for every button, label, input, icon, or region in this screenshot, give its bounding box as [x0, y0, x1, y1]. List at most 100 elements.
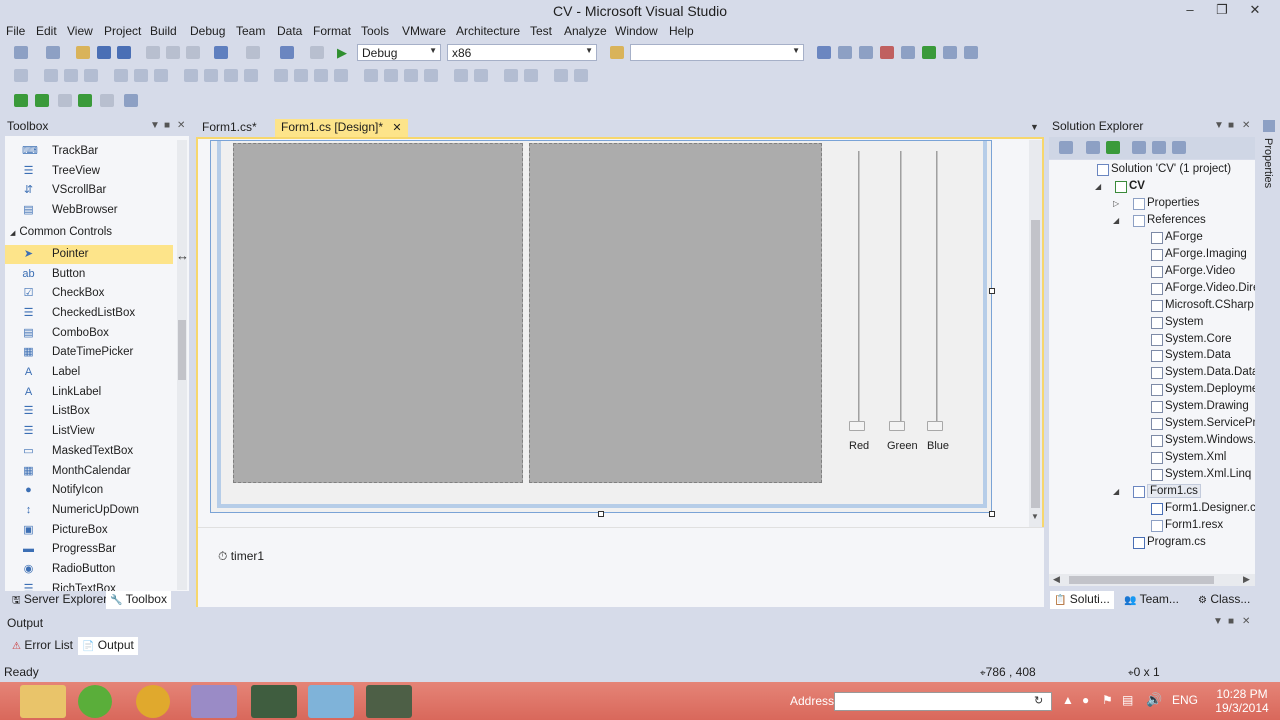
- file-explorer-icon[interactable]: [20, 685, 66, 718]
- dropdown-icon[interactable]: ▼: [1214, 120, 1224, 131]
- tree-item[interactable]: System.Windows.Forms: [1049, 433, 1255, 450]
- toolbox-item-numericupdown[interactable]: ↕ NumericUpDown: [5, 501, 173, 520]
- flag-icon[interactable]: ⚑: [1102, 693, 1113, 707]
- media-icon[interactable]: [366, 685, 412, 718]
- form-designer[interactable]: Red Green Blue: [210, 140, 992, 513]
- toolbox-tab[interactable]: 🔧 Toolbox: [106, 591, 171, 609]
- scrollbar-thumb[interactable]: [1069, 576, 1214, 584]
- vertical-spacing-decrease-icon[interactable]: [404, 69, 418, 82]
- toolbox-item-monthcalendar[interactable]: ▦ MonthCalendar: [5, 462, 173, 481]
- toolbox-item-checkedlistbox[interactable]: ☰ CheckedListBox: [5, 304, 173, 323]
- menu-item-file[interactable]: File: [6, 24, 25, 38]
- address-input[interactable]: [834, 692, 1052, 711]
- vertical-spacing-increase-icon[interactable]: [384, 69, 398, 82]
- dropdown-icon[interactable]: ▼: [150, 120, 160, 131]
- tree-item[interactable]: AForge: [1049, 230, 1255, 247]
- tree-item[interactable]: ◢ Form1.cs: [1049, 484, 1255, 501]
- volume-icon[interactable]: 🔊: [1146, 692, 1162, 708]
- tree-item[interactable]: Form1.resx: [1049, 518, 1255, 535]
- resize-handle-right[interactable]: [989, 288, 995, 294]
- server-explorer-tab[interactable]: 🖫 Server Explorer: [8, 591, 111, 609]
- picturebox-2[interactable]: [529, 143, 822, 483]
- error-list-tab[interactable]: ⚠ Error List: [8, 637, 77, 655]
- visual-studio-icon[interactable]: [191, 685, 237, 718]
- paste-icon[interactable]: [186, 46, 200, 59]
- toolbox-item-maskedtextbox[interactable]: ▭ MaskedTextBox: [5, 442, 173, 461]
- toolbox-item-listbox[interactable]: ☰ ListBox: [5, 402, 173, 421]
- tree-item[interactable]: ◢ CV: [1049, 179, 1255, 196]
- align-middles-icon[interactable]: [134, 69, 148, 82]
- tree-item[interactable]: System.Core: [1049, 332, 1255, 349]
- toolbox-item-picturebox[interactable]: ▣ PictureBox: [5, 521, 173, 540]
- class-diagram-icon[interactable]: [1172, 141, 1186, 154]
- new-project-icon[interactable]: [14, 46, 28, 59]
- menu-item-data[interactable]: Data: [277, 24, 302, 38]
- tree-item[interactable]: Microsoft.CSharp: [1049, 298, 1255, 315]
- toolbox-item-combobox[interactable]: ▤ ComboBox: [5, 324, 173, 343]
- toolbox-item-button[interactable]: ab Button: [5, 265, 173, 284]
- tray-overflow-icon[interactable]: ▲: [1062, 693, 1074, 707]
- object-browser-icon[interactable]: [859, 46, 873, 59]
- toolbox-item-pointer[interactable]: ➤ Pointer: [5, 244, 173, 264]
- properties-side-tab[interactable]: Properties: [1258, 120, 1280, 192]
- cut-icon[interactable]: [146, 46, 160, 59]
- toolbox-item-label[interactable]: A Label: [5, 363, 173, 382]
- scroll-down-icon[interactable]: ▼: [1031, 512, 1039, 521]
- toolbox-item-datetimepicker[interactable]: ▦ DateTimePicker: [5, 343, 173, 362]
- pause-icon[interactable]: [100, 94, 114, 107]
- show-all-files-icon[interactable]: [1086, 141, 1100, 154]
- save-all-icon[interactable]: [117, 46, 131, 59]
- tools-icon[interactable]: [124, 94, 138, 107]
- app-icon[interactable]: [78, 685, 112, 718]
- send-to-back-icon[interactable]: [524, 69, 538, 82]
- solution-explorer-tab[interactable]: 📋 Soluti...: [1050, 591, 1114, 609]
- designer-scrollbar[interactable]: ▼: [1029, 140, 1042, 527]
- refresh-icon[interactable]: [1106, 141, 1120, 154]
- scrollbar-thumb[interactable]: [1031, 220, 1040, 508]
- pin-icon[interactable]: ■: [1228, 120, 1234, 131]
- menu-item-project[interactable]: Project: [104, 24, 141, 38]
- tree-item[interactable]: System.Drawing: [1049, 399, 1255, 416]
- solution-explorer-icon[interactable]: [817, 46, 831, 59]
- menu-item-tools[interactable]: Tools: [361, 24, 389, 38]
- terminal-icon[interactable]: [251, 685, 297, 718]
- bring-to-front-icon[interactable]: [504, 69, 518, 82]
- extension-manager-icon[interactable]: [943, 46, 957, 59]
- picturebox-1[interactable]: [233, 143, 523, 483]
- pin-icon[interactable]: ■: [1228, 616, 1234, 627]
- horizontal-spacing-remove-icon[interactable]: [334, 69, 348, 82]
- toolbox-item-webbrowser[interactable]: ▤ WebBrowser: [5, 201, 173, 220]
- tab-form1-code[interactable]: Form1.cs*: [196, 119, 263, 137]
- tree-item[interactable]: System.Xml.Linq: [1049, 467, 1255, 484]
- output-tab[interactable]: 📄 Output: [78, 637, 138, 655]
- toolbox-window-icon[interactable]: [880, 46, 894, 59]
- menu-item-team[interactable]: Team: [236, 24, 265, 38]
- form1-window[interactable]: Red Green Blue: [217, 141, 987, 508]
- solution-hscrollbar[interactable]: ◀ ▶: [1049, 574, 1255, 586]
- run-tests-icon[interactable]: [35, 94, 49, 107]
- align-tops-icon[interactable]: [114, 69, 128, 82]
- center-horizontally-icon[interactable]: [454, 69, 468, 82]
- tree-item[interactable]: AForge.Imaging: [1049, 247, 1255, 264]
- tree-item[interactable]: Solution 'CV' (1 project): [1049, 162, 1255, 179]
- close-icon[interactable]: ✕: [1242, 616, 1250, 627]
- tree-item[interactable]: System.Data: [1049, 348, 1255, 365]
- step-icon[interactable]: [78, 94, 92, 107]
- size-to-grid-icon[interactable]: [244, 69, 258, 82]
- tree-item[interactable]: ◢ References: [1049, 213, 1255, 230]
- chrome-icon[interactable]: [136, 685, 170, 718]
- find-in-files-icon[interactable]: [610, 46, 624, 59]
- horizontal-spacing-increase-icon[interactable]: [294, 69, 308, 82]
- close-icon[interactable]: ✕: [1242, 120, 1250, 131]
- menu-item-debug[interactable]: Debug: [190, 24, 225, 38]
- toolbox-scrollbar[interactable]: [177, 140, 187, 590]
- find-combo[interactable]: ▼: [630, 44, 804, 61]
- resize-handle-corner[interactable]: [989, 511, 995, 517]
- tree-item[interactable]: System: [1049, 315, 1255, 332]
- toolbox-item-vscrollbar[interactable]: ⇵ VScrollBar: [5, 181, 173, 200]
- toolbox-item-radiobutton[interactable]: ◉ RadioButton: [5, 560, 173, 579]
- redo-icon[interactable]: [246, 46, 260, 59]
- vertical-spacing-equal-icon[interactable]: [364, 69, 378, 82]
- menu-item-view[interactable]: View: [67, 24, 93, 38]
- toolbox-group-common-controls[interactable]: ◢ Common Controls: [10, 226, 112, 238]
